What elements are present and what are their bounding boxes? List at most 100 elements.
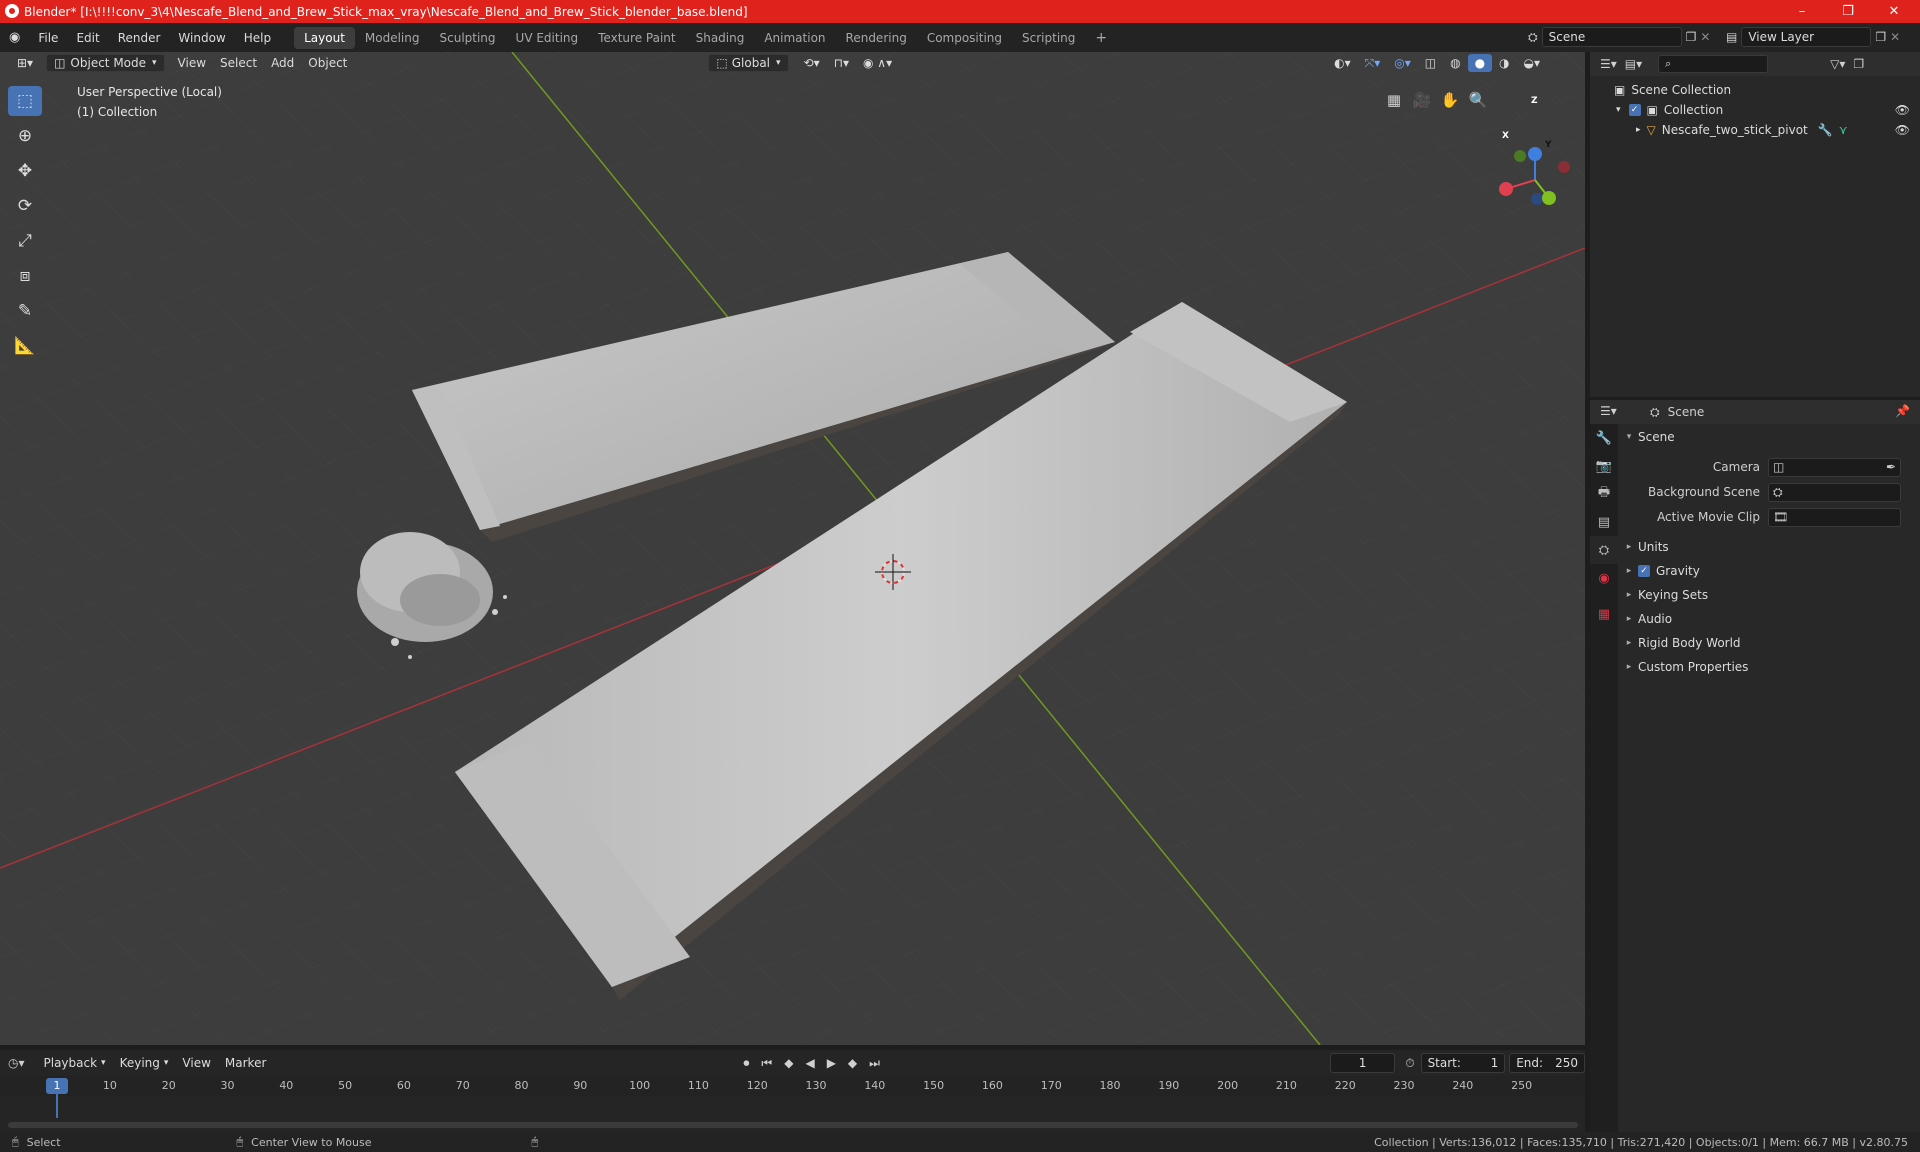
menu-add[interactable]: Add xyxy=(264,54,301,72)
custom-properties-section[interactable]: ▸ Custom Properties xyxy=(1620,656,1920,678)
checkbox-icon[interactable]: ✓ xyxy=(1628,104,1641,116)
gravity-checkbox[interactable]: ✓ xyxy=(1638,565,1650,577)
keying-sets-section[interactable]: ▸ Keying Sets xyxy=(1620,584,1920,606)
tab-sculpting[interactable]: Sculpting xyxy=(430,27,506,49)
prev-keyframe-icon[interactable]: ◆ xyxy=(784,1056,793,1070)
wireframe-shading-icon[interactable]: ◍ xyxy=(1443,54,1467,72)
expand-arrow-icon[interactable]: ▸ xyxy=(1636,125,1641,135)
properties-editor-icon[interactable]: ☰▾ xyxy=(1600,404,1617,418)
visibility-icon[interactable]: ◐▾ xyxy=(1327,54,1358,72)
snap-icon[interactable]: ⊓▾ xyxy=(827,54,856,72)
toggle-camera-view-icon[interactable]: ▦ xyxy=(1380,88,1408,112)
keying-menu[interactable]: Keying ▾ xyxy=(113,1054,176,1072)
tab-uv-editing[interactable]: UV Editing xyxy=(506,27,589,49)
timeline-editor-icon[interactable]: ◷▾ xyxy=(8,1056,25,1070)
scene-panel-header[interactable]: ▾ Scene xyxy=(1620,426,1920,448)
menu-file[interactable]: File xyxy=(29,31,67,45)
camera-field[interactable]: ◫ ✒ xyxy=(1768,458,1901,477)
render-tab-icon[interactable]: 📷 xyxy=(1590,452,1618,480)
pivot-point-icon[interactable]: ⟲▾ xyxy=(797,54,827,72)
delete-view-layer-icon[interactable]: ✕ xyxy=(1890,30,1900,44)
jump-end-icon[interactable]: ⏭ xyxy=(869,1056,880,1071)
measure-tool-icon[interactable]: 📐 xyxy=(8,331,42,361)
filter-icon[interactable]: ▽▾ xyxy=(1830,57,1845,71)
eye-icon[interactable]: 👁 xyxy=(1895,123,1910,137)
scene-tab-icon[interactable]: ⛭ xyxy=(1590,536,1618,564)
tab-layout[interactable]: Layout xyxy=(294,26,355,49)
tab-animation[interactable]: Animation xyxy=(754,27,835,49)
end-frame-field[interactable]: End: 250 xyxy=(1509,1053,1586,1073)
select-box-tool-icon[interactable]: ⬚ xyxy=(8,86,42,116)
overlay-toggle-icon[interactable]: ◎▾ xyxy=(1387,54,1418,72)
xray-toggle-icon[interactable]: ◫ xyxy=(1418,54,1443,72)
marker-menu[interactable]: Marker xyxy=(218,1054,273,1072)
start-frame-field[interactable]: Start: 1 xyxy=(1420,1053,1506,1073)
playback-menu[interactable]: Playback ▾ xyxy=(37,1054,113,1072)
menu-object[interactable]: Object xyxy=(301,54,354,72)
transform-tool-icon[interactable]: ⧈ xyxy=(8,261,42,291)
outliner-collection[interactable]: ▾ ✓ ▣ Collection 👁 xyxy=(1590,100,1920,120)
menu-view[interactable]: View xyxy=(171,54,213,72)
new-scene-icon[interactable]: ❐ xyxy=(1686,30,1697,44)
stopwatch-icon[interactable]: ⏱ xyxy=(1405,1056,1414,1071)
editor-type-icon[interactable]: ⊞▾ xyxy=(10,54,40,72)
tab-compositing[interactable]: Compositing xyxy=(917,27,1012,49)
pan-hand-icon[interactable]: ✋ xyxy=(1436,88,1464,112)
solid-shading-icon[interactable]: ● xyxy=(1467,54,1493,72)
blender-menu-icon[interactable]: ◉ xyxy=(0,30,29,45)
eye-icon[interactable]: 👁 xyxy=(1895,103,1910,117)
output-tab-icon[interactable]: 🖶 xyxy=(1590,480,1618,508)
record-icon[interactable]: ⏺ xyxy=(743,1056,749,1071)
texture-tab-icon[interactable]: ▦ xyxy=(1590,600,1618,628)
next-keyframe-icon[interactable]: ◆ xyxy=(848,1056,857,1070)
new-view-layer-icon[interactable]: ❐ xyxy=(1875,30,1886,44)
background-scene-field[interactable]: ⛭ xyxy=(1768,483,1901,502)
outliner-editor-icon[interactable]: ☰▾ xyxy=(1600,57,1617,71)
audio-section[interactable]: ▸ Audio xyxy=(1620,608,1920,630)
timeline-scrollbar[interactable] xyxy=(8,1122,1578,1128)
tab-texture-paint[interactable]: Texture Paint xyxy=(588,27,685,49)
play-icon[interactable]: ▶ xyxy=(827,1056,836,1070)
gizmo-toggle-icon[interactable]: ⤧▾ xyxy=(1358,54,1388,72)
expand-arrow-icon[interactable]: ▾ xyxy=(1616,105,1621,115)
menu-render[interactable]: Render xyxy=(109,31,170,45)
rigid-body-world-section[interactable]: ▸ Rigid Body World xyxy=(1620,632,1920,654)
timeline-view-menu[interactable]: View xyxy=(175,1054,217,1072)
add-workspace-button[interactable]: + xyxy=(1085,26,1117,50)
tab-modeling[interactable]: Modeling xyxy=(355,27,430,49)
delete-scene-icon[interactable]: ✕ xyxy=(1700,30,1710,44)
maximize-button[interactable]: ❐ xyxy=(1826,0,1870,23)
active-movie-clip-field[interactable]: 🎞 xyxy=(1768,508,1901,527)
tab-shading[interactable]: Shading xyxy=(686,27,755,49)
annotate-tool-icon[interactable]: ✎ xyxy=(8,296,42,326)
mode-dropdown[interactable]: ◫ Object Mode ▾ xyxy=(46,54,165,72)
orientation-dropdown[interactable]: ⬚ Global ▾ xyxy=(708,54,789,72)
scene-icon[interactable]: ⛭ xyxy=(1528,30,1538,45)
rotate-tool-icon[interactable]: ⟳ xyxy=(8,191,42,221)
tab-rendering[interactable]: Rendering xyxy=(836,27,917,49)
menu-select[interactable]: Select xyxy=(213,54,264,72)
view-layer-icon[interactable]: ▤ xyxy=(1726,30,1737,44)
minimize-button[interactable]: – xyxy=(1780,0,1824,23)
gravity-section[interactable]: ▸ ✓ Gravity xyxy=(1620,560,1920,582)
outliner-search-input[interactable]: ⌕ xyxy=(1658,55,1769,73)
proportional-edit-icon[interactable]: ◉ ∧▾ xyxy=(856,54,899,72)
new-collection-icon[interactable]: ❐ xyxy=(1853,57,1864,71)
current-frame-field[interactable]: 1 xyxy=(1329,1053,1396,1073)
cursor-tool-icon[interactable]: ⊕ xyxy=(8,121,42,151)
scale-tool-icon[interactable]: ⤢ xyxy=(8,226,42,256)
tool-tab-icon[interactable]: 🔧 xyxy=(1590,424,1618,452)
3d-viewport[interactable]: Z X Y User Perspective (Local) (1) Colle… xyxy=(0,52,1585,1045)
pin-icon[interactable]: 📌 xyxy=(1895,404,1910,418)
rendered-shading-icon[interactable]: ◒▾ xyxy=(1517,54,1548,72)
view-layer-tab-icon[interactable]: ▤ xyxy=(1590,508,1618,536)
mesh-data-icon[interactable]: ⋎ xyxy=(1839,123,1848,137)
menu-help[interactable]: Help xyxy=(235,31,280,45)
move-tool-icon[interactable]: ✥ xyxy=(8,156,42,186)
display-mode-icon[interactable]: ▤▾ xyxy=(1625,57,1642,71)
zoom-icon[interactable]: 🔍 xyxy=(1464,88,1492,112)
close-button[interactable]: ✕ xyxy=(1872,0,1916,23)
menu-edit[interactable]: Edit xyxy=(67,31,108,45)
view-layer-field[interactable]: View Layer xyxy=(1741,27,1872,47)
tab-scripting[interactable]: Scripting xyxy=(1012,27,1085,49)
